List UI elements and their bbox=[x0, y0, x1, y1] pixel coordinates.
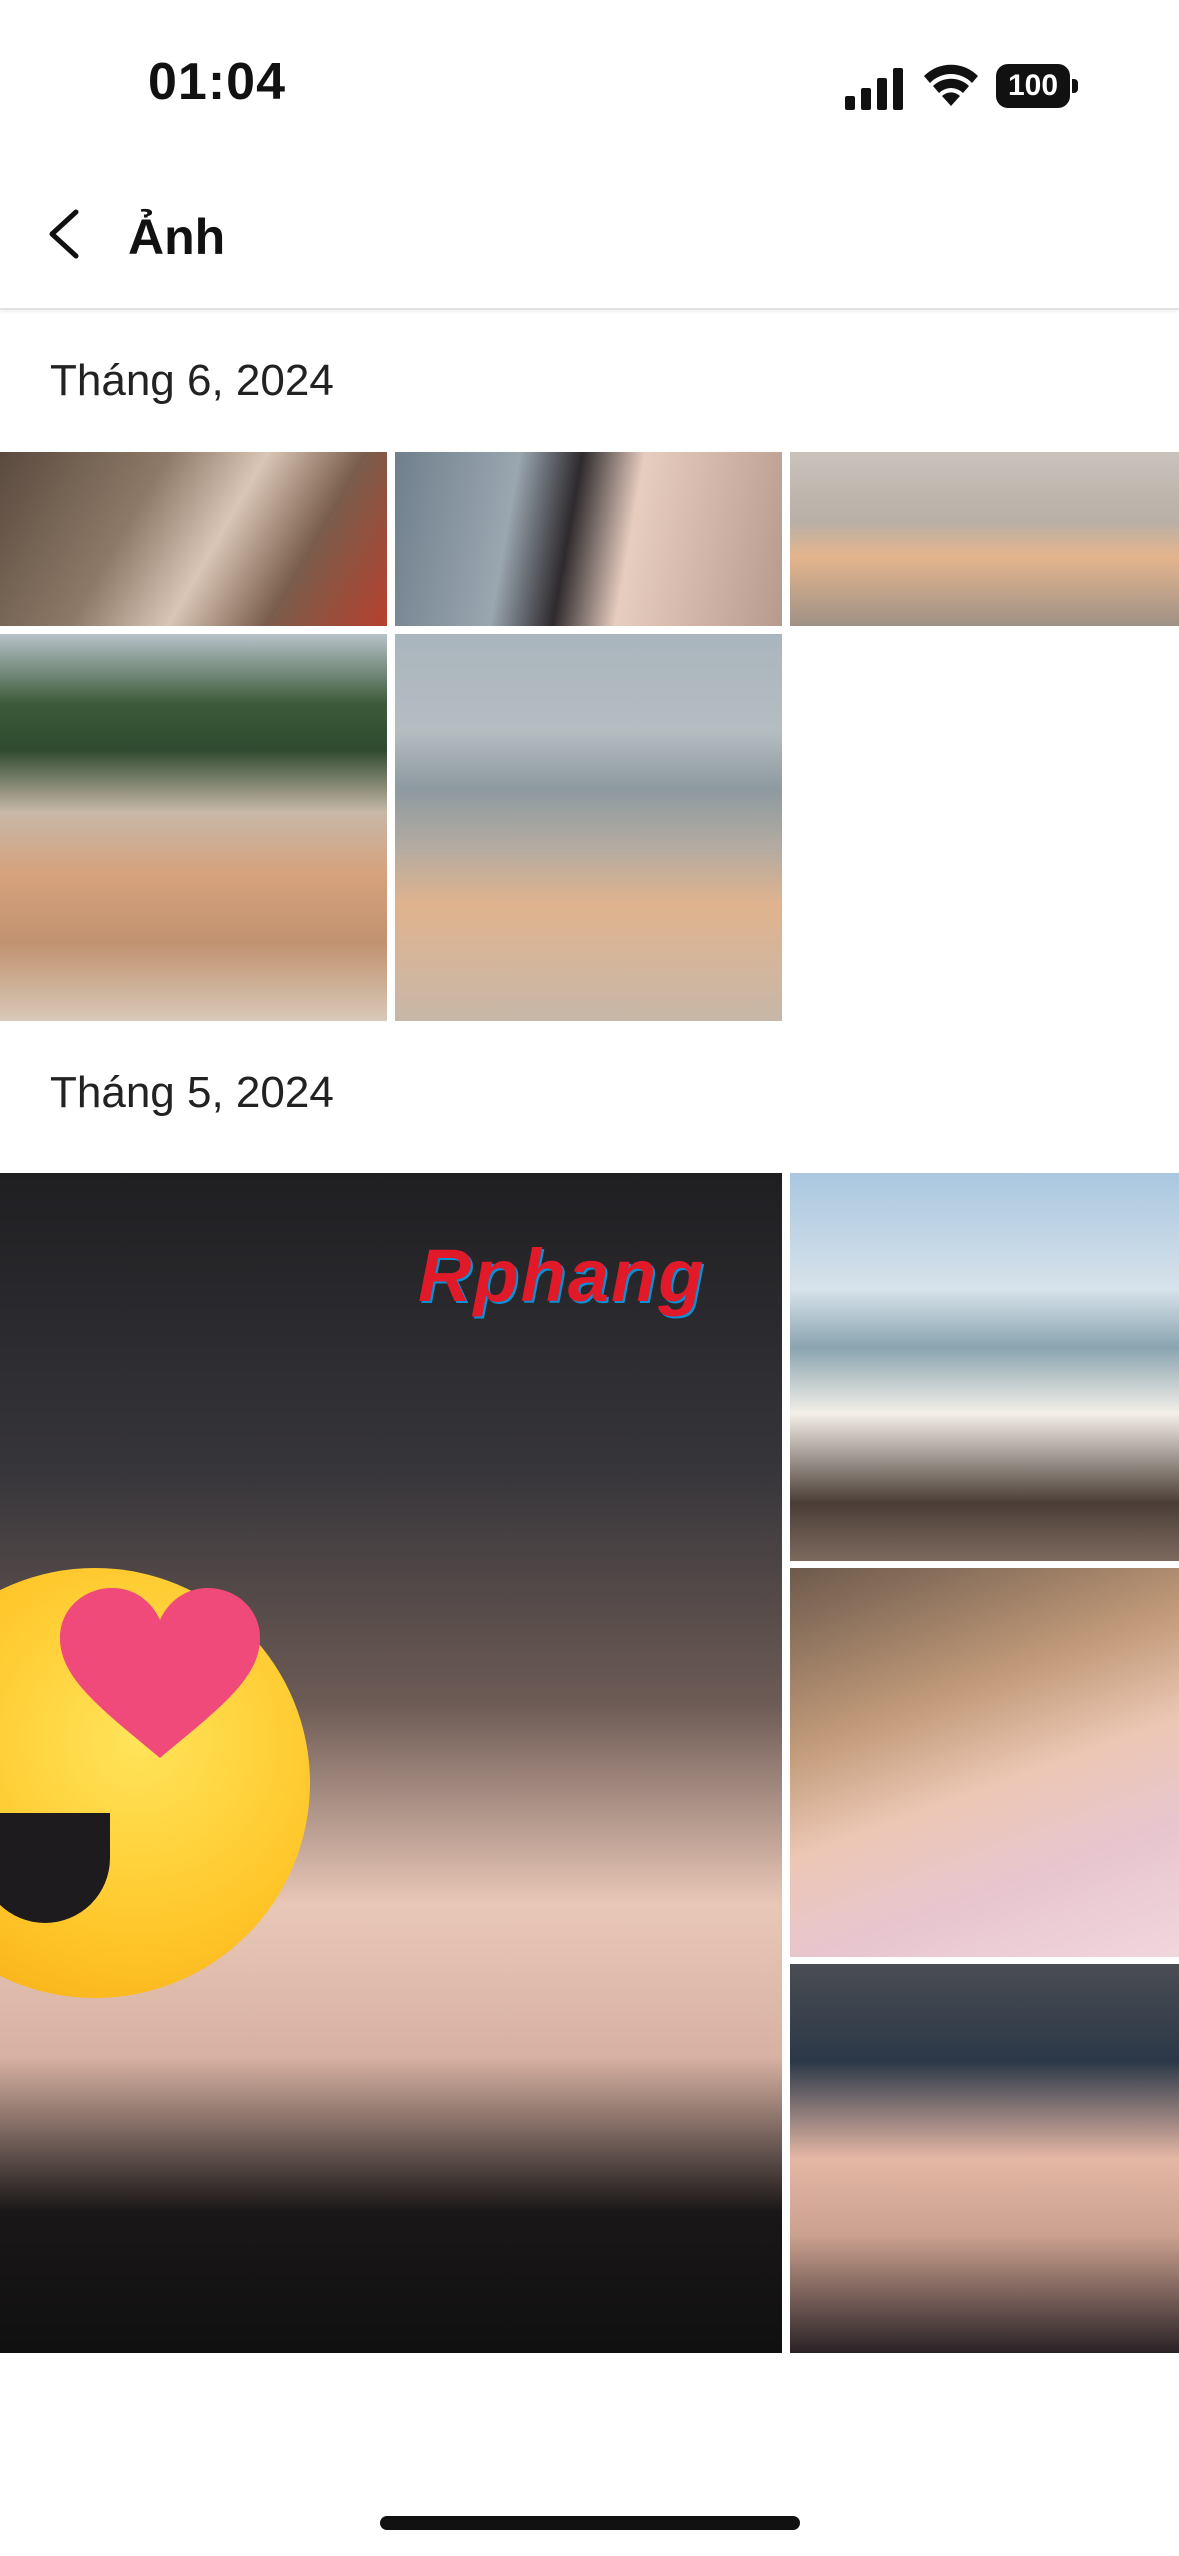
photo-featured[interactable]: Rphang bbox=[0, 1173, 782, 2353]
chevron-left-icon[interactable] bbox=[40, 206, 88, 262]
battery-level: 100 bbox=[1007, 69, 1059, 102]
status-bar: 01:04 100 bbox=[0, 0, 1179, 150]
heart-icon bbox=[60, 1588, 260, 1758]
home-indicator[interactable] bbox=[380, 2516, 800, 2530]
page-title: Ảnh bbox=[128, 209, 226, 265]
section-header-may: Tháng 5, 2024 bbox=[50, 1068, 334, 1117]
photo-thumbnail[interactable] bbox=[790, 1568, 1179, 1957]
photo-thumbnail[interactable] bbox=[790, 1964, 1179, 2353]
wifi-icon bbox=[924, 64, 978, 106]
photo-thumbnail[interactable] bbox=[395, 634, 782, 1021]
photo-thumbnail[interactable] bbox=[0, 452, 387, 626]
photo-thumbnail[interactable] bbox=[790, 452, 1179, 626]
status-time: 01:04 bbox=[148, 53, 286, 111]
photo-thumbnail[interactable] bbox=[395, 452, 782, 626]
photo-thumbnail[interactable] bbox=[0, 634, 387, 1021]
photo-thumbnail[interactable] bbox=[790, 1173, 1179, 1561]
watermark-logo: Rphang bbox=[418, 1234, 706, 1317]
cellular-signal-icon bbox=[845, 68, 903, 110]
navigation-bar: Ảnh bbox=[0, 150, 1179, 310]
battery-icon: 100 bbox=[996, 64, 1078, 108]
section-header-june: Tháng 6, 2024 bbox=[50, 356, 334, 405]
